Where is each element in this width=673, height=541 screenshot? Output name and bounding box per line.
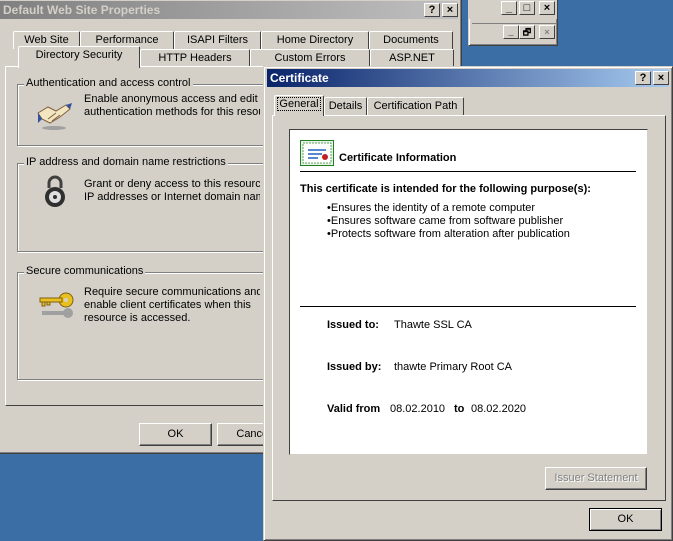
purpose-item: •Ensures software came from software pub… [327,215,564,227]
ip-line-1: Grant or deny access to this resource us… [84,178,260,190]
auth-line-1: Enable anonymous access and edit the [84,93,260,105]
minimize-button[interactable]: _ [501,1,517,15]
key-icon [39,292,74,318]
handshake-icon [37,103,72,130]
mdi-restore-button[interactable]: 🗗 [519,25,535,39]
help-button[interactable]: ? [424,3,440,17]
certificate-info-panel: Certificate Information This certificate… [289,129,648,455]
maximize-button[interactable]: □ [519,1,535,15]
auth-description: Enable anonymous access and edit the aut… [84,93,260,119]
tab-directory-security[interactable]: Directory Security [18,46,140,68]
tab-isapi-filters[interactable]: ISAPI Filters [174,31,261,49]
issuer-statement-button[interactable]: Issuer Statement [545,467,647,490]
secure-description: Require secure communications and enable… [84,286,260,325]
valid-to-label: to [454,403,465,415]
purpose-item: •Ensures the identity of a remote comput… [327,202,536,214]
close-button[interactable]: × [442,3,458,17]
certificate-dialog: Certificate ? × General Details Certific… [263,66,673,541]
auth-line-2: authentication methods for this resource… [84,106,260,118]
ok-button[interactable]: OK [139,423,212,446]
issuer-statement-label: Issuer Statement [554,472,638,484]
mdi-minimize-button[interactable]: _ [503,25,519,39]
secure-line-3: resource is accessed. [84,312,191,324]
issued-to-value: Thawte SSL CA [394,319,472,331]
ip-legend: IP address and domain name restrictions [24,156,228,168]
secure-legend: Secure communications [24,265,146,277]
valid-from-value: 08.02.2010 [390,403,446,415]
tab-home-directory[interactable]: Home Directory [261,31,369,49]
ok-button[interactable]: OK [589,508,662,531]
certificate-title: Certificate [270,71,329,85]
issued-to-label: Issued to: [327,319,379,331]
valid-from-label: Valid from [327,403,381,415]
tab-asp-net[interactable]: ASP.NET [370,49,454,67]
valid-to-value: 08.02.2020 [471,403,527,415]
purpose-item: •Protects software from alteration after… [327,228,570,240]
close-button[interactable]: × [539,1,555,15]
tab-http-headers[interactable]: HTTP Headers [140,49,250,67]
padlock-icon [45,175,65,207]
header-divider [300,171,636,172]
secure-line-1: Require secure communications and [84,286,260,298]
tab-custom-errors[interactable]: Custom Errors [250,49,370,67]
auth-legend: Authentication and access control [24,77,193,89]
purpose-heading: This certificate is intended for the fol… [300,183,591,195]
background-window: _ □ × _ 🗗 × [468,0,558,46]
tab-general[interactable]: General [274,95,324,116]
help-button[interactable]: ? [635,71,651,85]
issued-by-label: Issued by: [327,361,382,373]
tab-documents[interactable]: Documents [369,31,453,49]
issued-by-value: thawte Primary Root CA [394,361,512,373]
certificate-titlebar: Certificate [267,69,669,87]
purpose-list: •Ensures the identity of a remote comput… [327,202,570,241]
tab-certification-path[interactable]: Certification Path [367,97,464,115]
ip-description: Grant or deny access to this resource us… [84,178,260,204]
close-button[interactable]: × [653,71,669,85]
mdi-close-button[interactable]: × [539,25,555,39]
certificate-icon [300,140,334,166]
purpose-divider [300,306,636,307]
ip-line-2: IP addresses or Internet domain names. [84,191,260,203]
tab-details[interactable]: Details [324,97,367,115]
properties-title: Default Web Site Properties [3,3,161,17]
properties-titlebar: Default Web Site Properties [0,1,458,19]
secure-line-2: enable client certificates when this [84,299,251,311]
info-heading: Certificate Information [339,152,457,164]
tab-general-label: General [277,97,321,111]
